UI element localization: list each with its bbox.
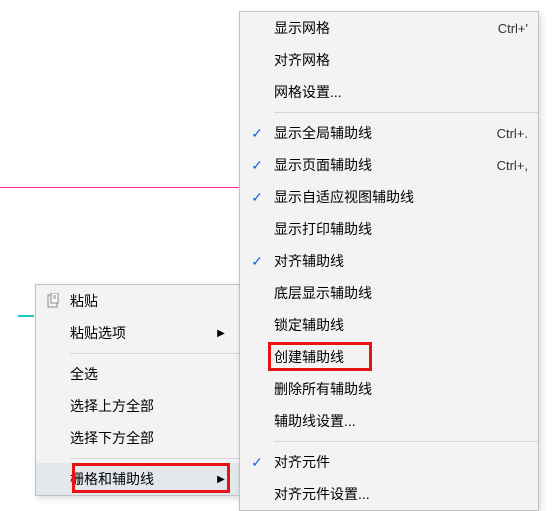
ruler-tick xyxy=(18,315,34,317)
menu-label: 栅格和辅助线 xyxy=(70,469,213,489)
separator xyxy=(274,441,538,442)
menu-label: 显示自适应视图辅助线 xyxy=(274,187,528,207)
paste-icon xyxy=(36,293,70,309)
menu-label: 粘贴选项 xyxy=(70,323,213,343)
menu-label: 对齐元件设置... xyxy=(274,484,528,504)
menu-label: 网格设置... xyxy=(274,82,528,102)
menu-label: 对齐元件 xyxy=(274,452,528,472)
submenu-arrow-icon: ▶ xyxy=(213,328,229,339)
menu-item-show-print-guides[interactable]: 显示打印辅助线 xyxy=(240,213,538,245)
menu-item-show-grid[interactable]: 显示网格 Ctrl+' xyxy=(240,12,538,44)
menu-item-guide-settings[interactable]: 辅助线设置... xyxy=(240,405,538,437)
menu-label: 粘贴 xyxy=(70,291,229,311)
menu-item-select-below[interactable]: 选择下方全部 xyxy=(36,422,239,454)
horizontal-guide-line xyxy=(0,187,240,188)
menu-item-align-guides[interactable]: ✓ 对齐辅助线 xyxy=(240,245,538,277)
check-icon: ✓ xyxy=(240,253,274,270)
separator xyxy=(70,353,239,354)
menu-label: 显示全局辅助线 xyxy=(274,123,477,143)
menu-label: 显示网格 xyxy=(274,18,478,38)
shortcut: Ctrl+, xyxy=(477,158,528,173)
menu-label: 显示页面辅助线 xyxy=(274,155,477,175)
shortcut: Ctrl+' xyxy=(478,21,528,36)
menu-label: 删除所有辅助线 xyxy=(274,379,528,399)
menu-item-show-global-guides[interactable]: ✓ 显示全局辅助线 Ctrl+. xyxy=(240,117,538,149)
menu-label: 显示打印辅助线 xyxy=(274,219,528,239)
menu-label: 锁定辅助线 xyxy=(274,315,528,335)
menu-item-align-grid[interactable]: 对齐网格 xyxy=(240,44,538,76)
menu-item-select-above[interactable]: 选择上方全部 xyxy=(36,390,239,422)
separator xyxy=(274,112,538,113)
check-icon: ✓ xyxy=(240,189,274,206)
menu-item-grid-guides[interactable]: 栅格和辅助线 ▶ xyxy=(36,463,239,495)
menu-item-lock-guides[interactable]: 锁定辅助线 xyxy=(240,309,538,341)
menu-item-align-element-settings[interactable]: 对齐元件设置... xyxy=(240,478,538,510)
submenu-arrow-icon: ▶ xyxy=(213,474,229,485)
menu-item-show-page-guides[interactable]: ✓ 显示页面辅助线 Ctrl+, xyxy=(240,149,538,181)
menu-label: 底层显示辅助线 xyxy=(274,283,528,303)
menu-item-align-elements[interactable]: ✓ 对齐元件 xyxy=(240,446,538,478)
context-menu-right: 显示网格 Ctrl+' 对齐网格 网格设置... ✓ 显示全局辅助线 Ctrl+… xyxy=(239,11,539,511)
separator xyxy=(70,458,239,459)
menu-item-paste[interactable]: 粘贴 xyxy=(36,285,239,317)
menu-item-grid-settings[interactable]: 网格设置... xyxy=(240,76,538,108)
menu-label: 选择上方全部 xyxy=(70,396,229,416)
menu-label: 选择下方全部 xyxy=(70,428,229,448)
check-icon: ✓ xyxy=(240,125,274,142)
menu-label: 全选 xyxy=(70,364,229,384)
menu-label: 对齐网格 xyxy=(274,50,528,70)
check-icon: ✓ xyxy=(240,454,274,471)
check-icon: ✓ xyxy=(240,157,274,174)
menu-item-bottom-layer-guides[interactable]: 底层显示辅助线 xyxy=(240,277,538,309)
menu-label: 对齐辅助线 xyxy=(274,251,528,271)
menu-item-create-guide[interactable]: 创建辅助线 xyxy=(240,341,538,373)
menu-item-show-adaptive-guides[interactable]: ✓ 显示自适应视图辅助线 xyxy=(240,181,538,213)
menu-label: 创建辅助线 xyxy=(274,347,528,367)
menu-item-delete-all-guides[interactable]: 删除所有辅助线 xyxy=(240,373,538,405)
context-menu-left: 粘贴 粘贴选项 ▶ 全选 选择上方全部 选择下方全部 栅格和辅助线 ▶ xyxy=(35,284,240,496)
menu-item-paste-options[interactable]: 粘贴选项 ▶ xyxy=(36,317,239,349)
menu-item-select-all[interactable]: 全选 xyxy=(36,358,239,390)
shortcut: Ctrl+. xyxy=(477,126,528,141)
menu-label: 辅助线设置... xyxy=(274,411,528,431)
